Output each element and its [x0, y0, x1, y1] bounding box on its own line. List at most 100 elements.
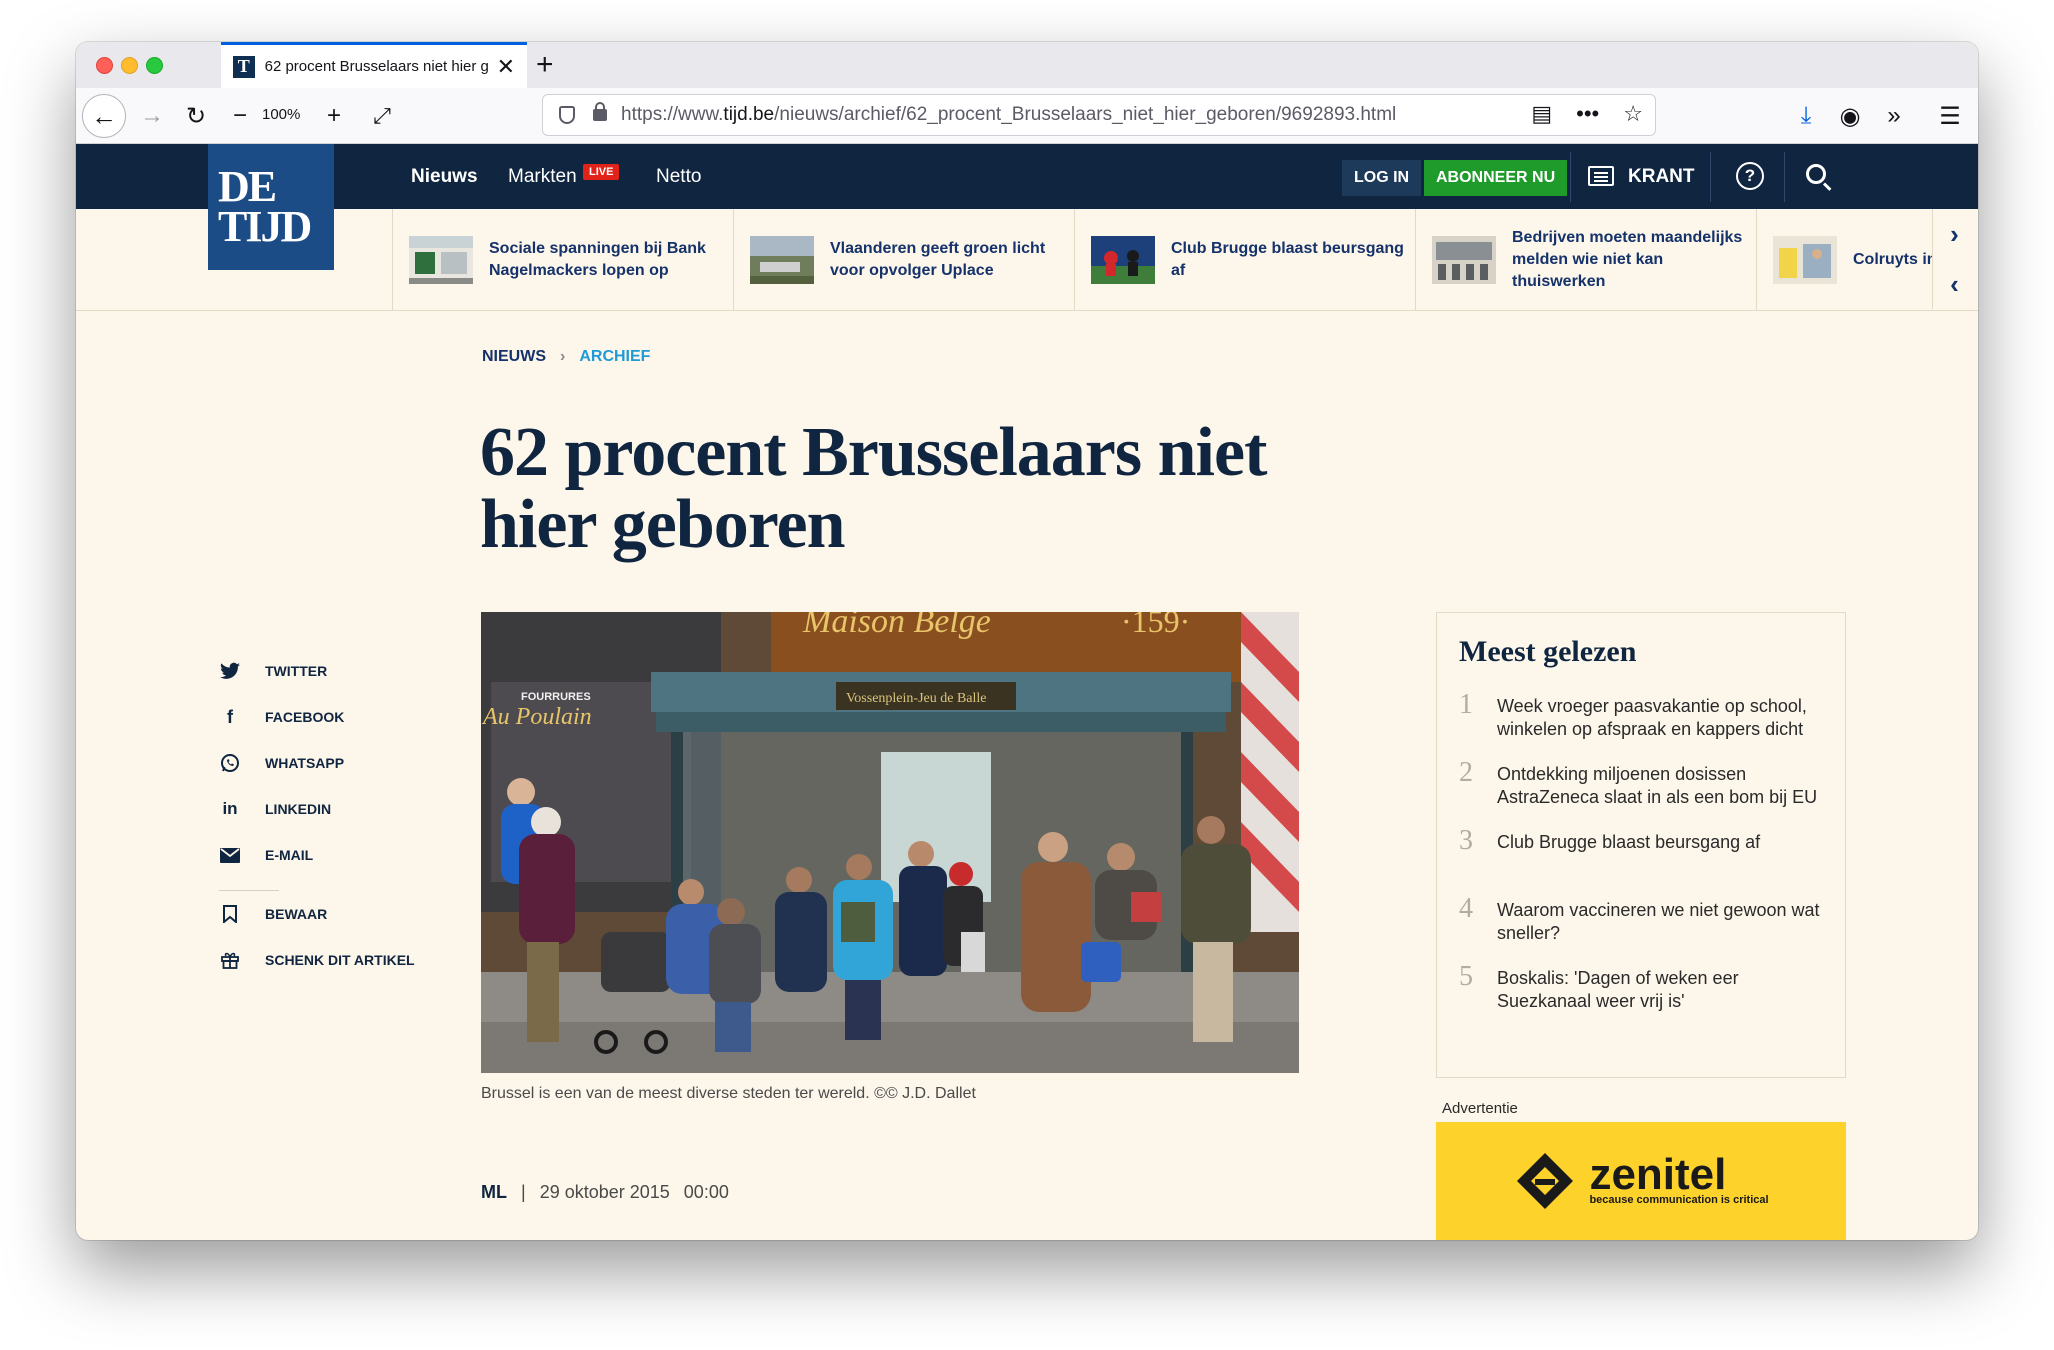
share-divider: [219, 890, 279, 891]
advertisement-banner[interactable]: zenitel because communication is critica…: [1436, 1122, 1846, 1240]
most-read-number: 4: [1459, 893, 1473, 924]
trending-prev-button[interactable]: ‹: [1932, 259, 1976, 309]
account-icon[interactable]: ◉: [1832, 98, 1868, 134]
breadcrumb-news[interactable]: NIEUWS: [482, 348, 546, 366]
most-read-item[interactable]: 4 Waarom vaccineren we niet gewoon wat s…: [1459, 893, 1823, 945]
most-read-item[interactable]: 2 Ontdekking miljoenen dosissen AstraZen…: [1459, 757, 1823, 809]
trending-headline: Vlaanderen geeft groen licht voor opvolg…: [830, 239, 1046, 279]
help-icon[interactable]: ?: [1736, 162, 1764, 190]
share-facebook-label: FACEBOOK: [265, 709, 345, 725]
most-read-headline: Waarom vaccineren we niet gewoon wat sne…: [1497, 900, 1820, 943]
trending-thumbnail: [750, 235, 814, 284]
trending-bar: Sociale spanningen bij Bank Nagelmackers…: [76, 209, 1978, 311]
url-text[interactable]: https://www.tijd.be/nieuws/archief/62_pr…: [621, 104, 1396, 126]
maximize-window-button[interactable]: [146, 57, 163, 74]
breadcrumb: NIEUWS › ARCHIEF: [482, 348, 650, 366]
share-email[interactable]: E-MAIL: [219, 844, 313, 866]
zoom-in-button[interactable]: +: [316, 98, 352, 134]
de-tijd-logo[interactable]: DE TIJD: [208, 144, 334, 270]
site-favicon-icon: T: [233, 55, 255, 78]
whatsapp-icon: [219, 752, 241, 774]
share-linkedin[interactable]: in LINKEDIN: [219, 798, 331, 820]
image-sign-shop: Maison Belge: [802, 612, 991, 640]
author[interactable]: ML: [481, 1182, 507, 1203]
image-sign-number: ·159·: [1121, 612, 1190, 639]
trending-thumbnail: [1432, 235, 1496, 284]
nav-news[interactable]: Nieuws: [411, 166, 478, 188]
trending-thumbnail: [409, 235, 473, 284]
ad-brand: zenitel: [1589, 1149, 1727, 1199]
email-icon: [219, 844, 241, 866]
trending-item[interactable]: Colruyts in Nederland energiezu: [1756, 209, 1936, 310]
close-tab-icon[interactable]: ✕: [497, 54, 515, 80]
most-read-headline: Boskalis: 'Dagen of weken eer Suezkanaal…: [1497, 968, 1739, 1011]
image-caption: Brussel is een van de meest diverse sted…: [481, 1085, 976, 1102]
breadcrumb-archive[interactable]: ARCHIEF: [579, 348, 650, 366]
browser-window: T 62 procent Brusselaars niet hier gebor…: [76, 42, 1978, 1240]
gift-article[interactable]: SCHENK DIT ARTIKEL: [219, 949, 415, 971]
article-hero-image[interactable]: Maison Belge ·159· FOURRURES Au Poulain …: [481, 612, 1299, 1073]
nav-markets[interactable]: Markten: [508, 166, 577, 188]
header-divider: [1570, 152, 1571, 202]
trending-item[interactable]: Club Brugge blaast beursgang af: [1074, 209, 1415, 310]
gift-icon: [219, 949, 241, 971]
byline-separator: |: [521, 1182, 526, 1202]
nav-netto[interactable]: Netto: [656, 166, 701, 188]
overflow-menu-icon[interactable]: »: [1876, 98, 1912, 134]
ad-tagline: because communication is critical: [1589, 1193, 1769, 1206]
most-read-number: 2: [1459, 757, 1473, 788]
zoom-out-button[interactable]: −: [222, 98, 258, 134]
most-read-headline: Ontdekking miljoenen dosissen AstraZenec…: [1497, 764, 1818, 807]
close-window-button[interactable]: [96, 57, 113, 74]
tracking-protection-icon[interactable]: [559, 106, 575, 124]
minimize-window-button[interactable]: [121, 57, 138, 74]
trending-next-button[interactable]: ›: [1932, 209, 1976, 259]
tab-active[interactable]: T 62 procent Brusselaars niet hier gebor…: [221, 42, 527, 88]
reload-button[interactable]: ↻: [178, 98, 214, 134]
most-read-item[interactable]: 1 Week vroeger paasvakantie op school, w…: [1459, 691, 1823, 741]
trending-item[interactable]: Bedrijven moeten maandelijks melden wie …: [1415, 209, 1756, 310]
image-sign-script: Au Poulain: [481, 704, 592, 730]
image-sign-stop: Vossenplein-Jeu de Balle: [846, 691, 987, 706]
most-read-number: 5: [1459, 961, 1473, 992]
bookmark-icon: [219, 903, 241, 925]
page-actions-icon[interactable]: •••: [1576, 101, 1599, 127]
share-twitter[interactable]: TWITTER: [219, 660, 327, 682]
login-button[interactable]: LOG IN: [1342, 160, 1422, 196]
ad-label: Advertentie: [1442, 1100, 1518, 1117]
save-article-label: BEWAAR: [265, 906, 328, 922]
subscribe-button[interactable]: ABONNEER NU: [1424, 160, 1568, 196]
trending-headline: Bedrijven moeten maandelijks melden wie …: [1512, 228, 1743, 290]
bookmark-star-icon[interactable]: ☆: [1623, 101, 1643, 127]
zenitel-logo-icon: [1517, 1153, 1574, 1209]
back-button[interactable]: ←: [82, 94, 126, 138]
address-bar[interactable]: https://www.tijd.be/nieuws/archief/62_pr…: [542, 94, 1656, 136]
hamburger-menu-icon[interactable]: ☰: [1932, 98, 1968, 134]
publish-date: 29 oktober 2015: [539, 1182, 670, 1202]
search-icon[interactable]: [1806, 164, 1826, 184]
forward-button[interactable]: →: [134, 98, 170, 134]
krant-link[interactable]: KRANT: [1628, 166, 1695, 188]
most-read-headline: Week vroeger paasvakantie op school, win…: [1497, 696, 1807, 739]
lock-icon[interactable]: [593, 102, 607, 121]
twitter-icon: [219, 660, 241, 682]
trending-item[interactable]: Sociale spanningen bij Bank Nagelmackers…: [392, 209, 733, 310]
downloads-icon[interactable]: ⤓: [1788, 98, 1824, 134]
header-divider: [1784, 152, 1785, 202]
share-facebook[interactable]: f FACEBOOK: [219, 706, 344, 728]
facebook-icon: f: [227, 706, 233, 727]
reader-view-icon[interactable]: ▤: [1531, 101, 1552, 127]
fullscreen-icon[interactable]: ⤢: [364, 98, 400, 134]
save-article[interactable]: BEWAAR: [219, 903, 327, 925]
trending-thumbnail: [1773, 235, 1837, 284]
most-read-item[interactable]: 5 Boskalis: 'Dagen of weken eer Suezkana…: [1459, 961, 1823, 1013]
navigation-bar: ← → ↻ − 100% + ⤢ https://www.tijd.be/nie…: [76, 88, 1978, 144]
newspaper-icon[interactable]: [1588, 166, 1614, 186]
new-tab-button[interactable]: +: [536, 48, 554, 82]
trending-item[interactable]: Vlaanderen geeft groen licht voor opvolg…: [733, 209, 1074, 310]
share-whatsapp[interactable]: WHATSAPP: [219, 752, 344, 774]
gift-article-label: SCHENK DIT ARTIKEL: [265, 952, 415, 968]
most-read-item[interactable]: 3 Club Brugge blaast beursgang af: [1459, 827, 1823, 855]
zoom-level[interactable]: 100%: [262, 106, 300, 123]
share-email-label: E-MAIL: [265, 847, 314, 863]
